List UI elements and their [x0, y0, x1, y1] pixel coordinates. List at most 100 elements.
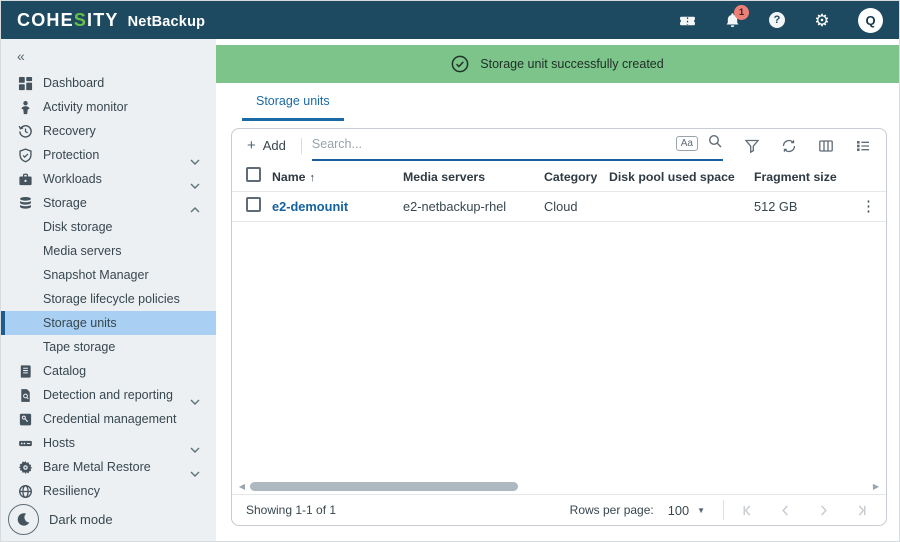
sidebar-item-recovery[interactable]: Recovery	[1, 119, 216, 143]
row-actions-kebab-icon[interactable]: ⋮	[861, 198, 876, 215]
chevron-up-icon	[190, 200, 200, 218]
storage-units-card: + Add Aa Name↑	[231, 128, 887, 526]
credential-key-icon	[17, 411, 33, 427]
sidebar-item-media-servers[interactable]: Media servers	[1, 239, 216, 263]
sidebar-item-label: Storage lifecycle policies	[43, 292, 180, 306]
sidebar-item-label: Tape storage	[43, 340, 115, 354]
settings-gear-icon[interactable]: ⚙	[813, 11, 831, 29]
select-all-checkbox[interactable]	[246, 167, 261, 182]
sidebar-item-hosts[interactable]: Hosts	[1, 431, 216, 455]
sidebar-item-bare-metal-restore[interactable]: Bare Metal Restore	[1, 455, 216, 479]
scroll-right-icon[interactable]: ▶	[871, 482, 881, 491]
sidebar-item-dashboard[interactable]: Dashboard	[1, 71, 216, 95]
sidebar-item-protection[interactable]: Protection	[1, 143, 216, 167]
sidebar-item-tape-storage[interactable]: Tape storage	[1, 335, 216, 359]
search-icon[interactable]	[707, 133, 723, 154]
sidebar-item-snapshot-manager[interactable]: Snapshot Manager	[1, 263, 216, 287]
sidebar-item-activity-monitor[interactable]: Activity monitor	[1, 95, 216, 119]
column-header-category[interactable]: Category	[544, 170, 609, 184]
row-checkbox[interactable]	[246, 197, 261, 212]
table-row: e2-demounit e2-netbackup-rhel Cloud 512 …	[232, 192, 886, 222]
sidebar-item-label: Snapshot Manager	[43, 268, 149, 282]
brand-text: COHESITY	[17, 10, 119, 31]
scrollbar-track[interactable]	[247, 482, 871, 491]
column-header-disk-pool-used-space[interactable]: Disk pool used space	[609, 170, 754, 184]
notifications-bell-icon[interactable]: 1	[723, 11, 741, 29]
bare-metal-restore-gear-icon	[17, 459, 33, 475]
moon-icon	[8, 504, 39, 535]
previous-page-icon[interactable]	[778, 503, 792, 517]
user-avatar[interactable]: Q	[858, 8, 883, 33]
cell-fragment-size: 512 GB	[754, 199, 856, 214]
resiliency-globe-icon	[17, 483, 33, 499]
sidebar-item-label: Hosts	[43, 436, 75, 450]
scroll-left-icon[interactable]: ◀	[237, 482, 247, 491]
table-toolbar: + Add Aa	[232, 129, 886, 162]
sidebar-nav: Dashboard Activity monitor Recovery Prot…	[1, 71, 216, 503]
topbar-icon-group: 1 ? ⚙ Q	[678, 8, 883, 33]
refresh-icon[interactable]	[780, 137, 798, 155]
sidebar-item-label: Disk storage	[43, 220, 112, 234]
column-header-fragment-size[interactable]: Fragment size	[754, 170, 856, 184]
license-ticket-icon[interactable]	[678, 11, 696, 29]
sidebar-item-label: Storage	[43, 196, 87, 210]
cell-category: Cloud	[544, 199, 609, 214]
help-icon[interactable]: ?	[768, 11, 786, 29]
catalog-book-icon	[17, 363, 33, 379]
top-bar: COHESITY NetBackup 1 ? ⚙ Q	[1, 1, 899, 39]
sidebar: « Dashboard Activity monitor Recovery Pr…	[1, 39, 216, 541]
brand-accent-letter: S	[74, 10, 87, 30]
search-field: Aa	[312, 131, 723, 161]
success-check-icon	[451, 55, 469, 73]
sidebar-item-storage[interactable]: Storage	[1, 191, 216, 215]
filter-icon[interactable]	[743, 137, 761, 155]
match-case-button[interactable]: Aa	[676, 136, 698, 151]
activity-monitor-icon	[17, 99, 33, 115]
table-footer: Showing 1-1 of 1 Rows per page: 100 ▼	[232, 494, 886, 525]
rows-per-page-select[interactable]: 100	[668, 503, 689, 518]
next-page-icon[interactable]	[816, 503, 830, 517]
storage-unit-name-link[interactable]: e2-demounit	[272, 199, 348, 214]
sidebar-item-detection-and-reporting[interactable]: Detection and reporting	[1, 383, 216, 407]
sort-ascending-icon: ↑	[310, 172, 316, 184]
sidebar-item-disk-storage[interactable]: Disk storage	[1, 215, 216, 239]
sidebar-item-label: Recovery	[43, 124, 96, 138]
tab-bar: Storage units	[216, 83, 899, 121]
sidebar-item-resiliency[interactable]: Resiliency	[1, 479, 216, 503]
sidebar-item-label: Protection	[43, 148, 99, 162]
rows-per-page-caret-icon[interactable]: ▼	[697, 506, 705, 515]
scrollbar-thumb[interactable]	[250, 482, 518, 491]
sidebar-item-storage-units[interactable]: Storage units	[1, 311, 216, 335]
add-button[interactable]: + Add	[242, 137, 291, 154]
cohesity-logo: COHESITY NetBackup	[17, 10, 205, 31]
sidebar-item-catalog[interactable]: Catalog	[1, 359, 216, 383]
column-header-media-servers[interactable]: Media servers	[403, 170, 544, 184]
first-page-icon[interactable]	[740, 503, 754, 517]
dashboard-icon	[17, 75, 33, 91]
storage-database-icon	[17, 195, 33, 211]
rows-per-page-label: Rows per page:	[570, 503, 654, 517]
search-input[interactable]	[312, 137, 667, 151]
sidebar-item-label: Media servers	[43, 244, 122, 258]
sidebar-item-workloads[interactable]: Workloads	[1, 167, 216, 191]
tab-storage-units[interactable]: Storage units	[242, 83, 344, 121]
sidebar-item-credential-management[interactable]: Credential management	[1, 407, 216, 431]
sidebar-collapse-button[interactable]: «	[1, 45, 216, 67]
notification-badge: 1	[734, 5, 749, 20]
footer-right-group: Rows per page: 100 ▼	[570, 500, 874, 520]
netbackup-app: COHESITY NetBackup 1 ? ⚙ Q « Da	[0, 0, 900, 542]
sidebar-item-label: Bare Metal Restore	[43, 460, 151, 474]
sidebar-item-label: Credential management	[43, 412, 176, 426]
row-density-icon[interactable]	[854, 137, 872, 155]
hosts-server-icon	[17, 435, 33, 451]
showing-count: Showing 1-1 of 1	[246, 503, 336, 517]
columns-icon[interactable]	[817, 137, 835, 155]
sidebar-item-label: Resiliency	[43, 484, 100, 498]
column-header-name[interactable]: Name↑	[272, 170, 403, 184]
toolbar-divider	[301, 138, 302, 154]
dark-mode-toggle[interactable]: Dark mode	[8, 504, 113, 535]
last-page-icon[interactable]	[854, 503, 868, 517]
sidebar-item-storage-lifecycle-policies[interactable]: Storage lifecycle policies	[1, 287, 216, 311]
protection-shield-icon	[17, 147, 33, 163]
banner-message: Storage unit successfully created	[480, 57, 663, 71]
